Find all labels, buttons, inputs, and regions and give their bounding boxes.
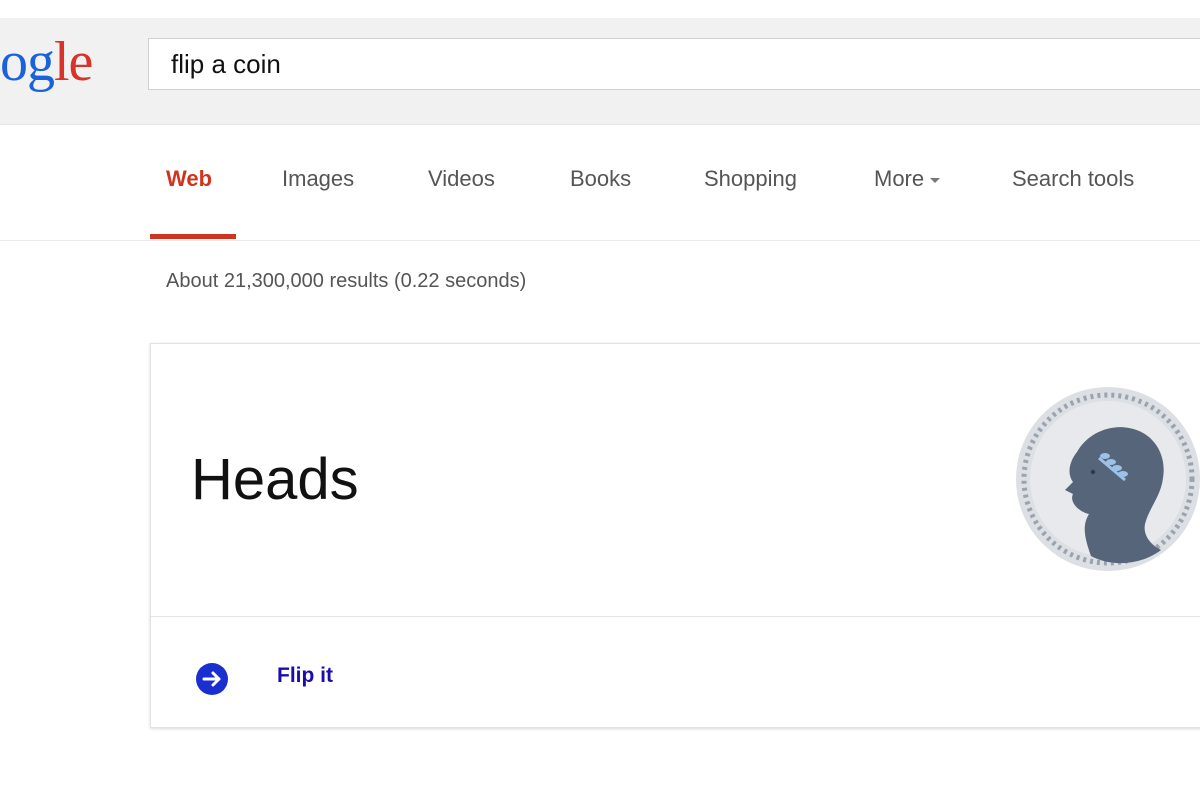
- search-tabs: Web Images Videos Books Shopping More Se…: [0, 148, 1200, 241]
- search-box: [148, 38, 1200, 90]
- tab-images[interactable]: Images: [282, 166, 354, 192]
- coin-flip-card: Heads Flip it: [150, 343, 1200, 728]
- tab-search-tools[interactable]: Search tools: [1012, 166, 1134, 192]
- arrow-right-circle-icon: [196, 663, 228, 695]
- logo-letter: o: [0, 31, 28, 93]
- tab-more-label: More: [874, 166, 925, 191]
- tab-videos[interactable]: Videos: [428, 166, 495, 192]
- flip-it-button[interactable]: Flip it: [195, 654, 395, 695]
- coin-heads-icon: [1016, 387, 1200, 571]
- logo-letter: g: [27, 31, 55, 93]
- logo-letter: le: [54, 31, 93, 93]
- tab-shopping[interactable]: Shopping: [704, 166, 797, 192]
- tab-books[interactable]: Books: [570, 166, 631, 192]
- coin-result: Heads: [191, 447, 359, 512]
- header-bar: ogle: [0, 18, 1200, 125]
- tab-web[interactable]: Web: [166, 166, 212, 192]
- google-logo[interactable]: ogle: [0, 31, 93, 93]
- search-input[interactable]: [171, 39, 1071, 89]
- chevron-down-icon: [930, 177, 941, 183]
- card-divider: [151, 616, 1200, 617]
- tab-more[interactable]: More: [874, 166, 941, 192]
- flip-it-label: Flip it: [277, 664, 333, 687]
- result-stats: About 21,300,000 results (0.22 seconds): [166, 270, 527, 292]
- active-tab-indicator: [150, 234, 236, 239]
